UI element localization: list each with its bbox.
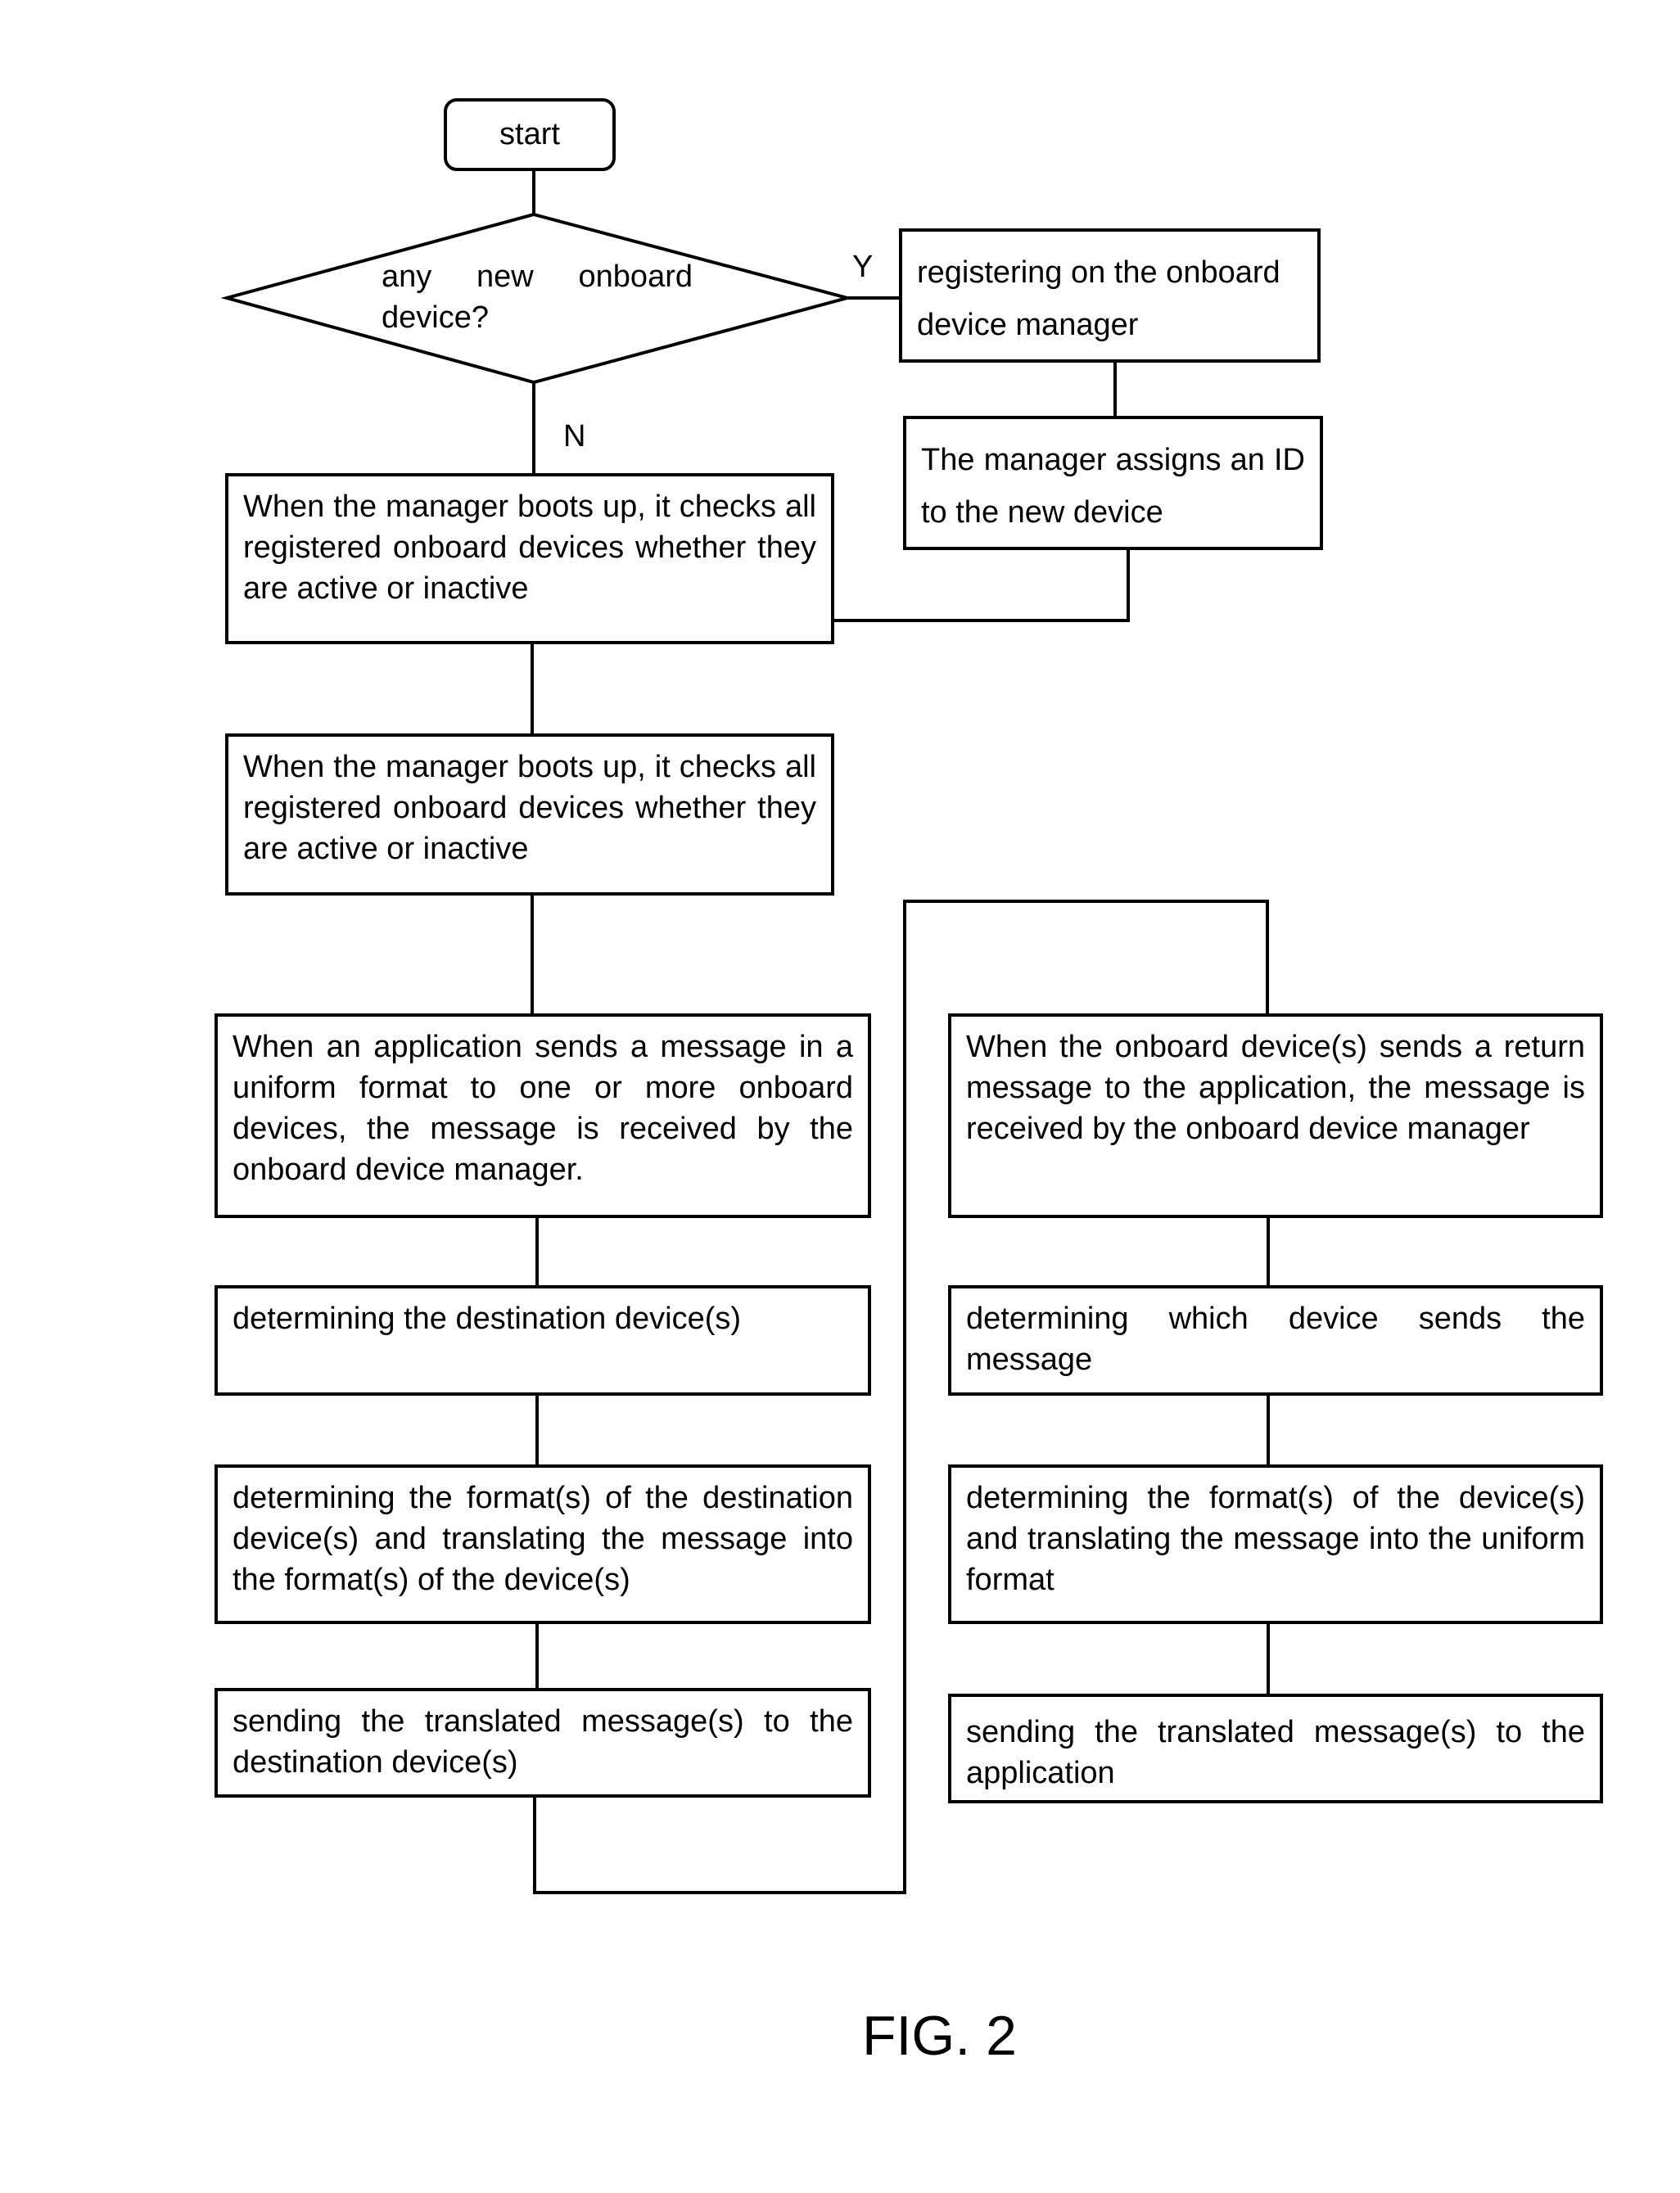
register-device-box: registering on the onboard device manage… xyxy=(899,228,1321,363)
determine-destination-box: determining the destination device(s) xyxy=(215,1285,871,1396)
assign-id-text: The manager assigns an ID to the new dev… xyxy=(921,443,1305,530)
send-to-device-box: sending the translated message(s) to the… xyxy=(215,1688,871,1798)
start-terminal: start xyxy=(444,98,616,171)
translate-to-device-box: determining the format(s) of the destina… xyxy=(215,1464,871,1624)
boot-check-text-1: When the manager boots up, it checks all… xyxy=(243,490,816,606)
send-to-device-text: sending the translated message(s) to the… xyxy=(233,1704,853,1780)
boot-check-box-2: When the manager boots up, it checks all… xyxy=(225,733,834,896)
yes-label: Y xyxy=(852,250,874,284)
return-receive-box: When the onboard device(s) sends a retur… xyxy=(948,1013,1603,1218)
translate-to-device-text: determining the format(s) of the destina… xyxy=(233,1481,853,1597)
start-label: start xyxy=(499,117,560,151)
assign-id-box: The manager assigns an ID to the new dev… xyxy=(903,416,1323,550)
register-device-text: registering on the onboard device manage… xyxy=(917,255,1280,342)
send-to-application-text: sending the translated message(s) to the… xyxy=(966,1715,1585,1790)
translate-to-uniform-box: determining the format(s) of the device(… xyxy=(948,1464,1603,1624)
connector-assign-to-main xyxy=(834,550,1130,622)
figure-caption: FIG. 2 xyxy=(862,2005,1017,2067)
boot-check-text-2: When the manager boots up, it checks all… xyxy=(243,750,816,866)
outgoing-receive-text: When an application sends a message in a… xyxy=(233,1030,853,1187)
translate-to-uniform-text: determining the format(s) of the device(… xyxy=(966,1481,1585,1597)
send-to-application-box: sending the translated message(s) to the… xyxy=(948,1694,1603,1803)
determine-sender-box: determining which device sends the messa… xyxy=(948,1285,1603,1396)
decision-question: any new onboard device? xyxy=(382,259,693,335)
outgoing-receive-box: When an application sends a message in a… xyxy=(215,1013,871,1218)
return-receive-text: When the onboard device(s) sends a retur… xyxy=(966,1030,1585,1146)
determine-destination-text: determining the destination device(s) xyxy=(233,1302,742,1336)
no-label: N xyxy=(563,419,586,453)
determine-sender-text: determining which device sends the messa… xyxy=(966,1302,1585,1377)
boot-check-box-1: When the manager boots up, it checks all… xyxy=(225,473,834,644)
